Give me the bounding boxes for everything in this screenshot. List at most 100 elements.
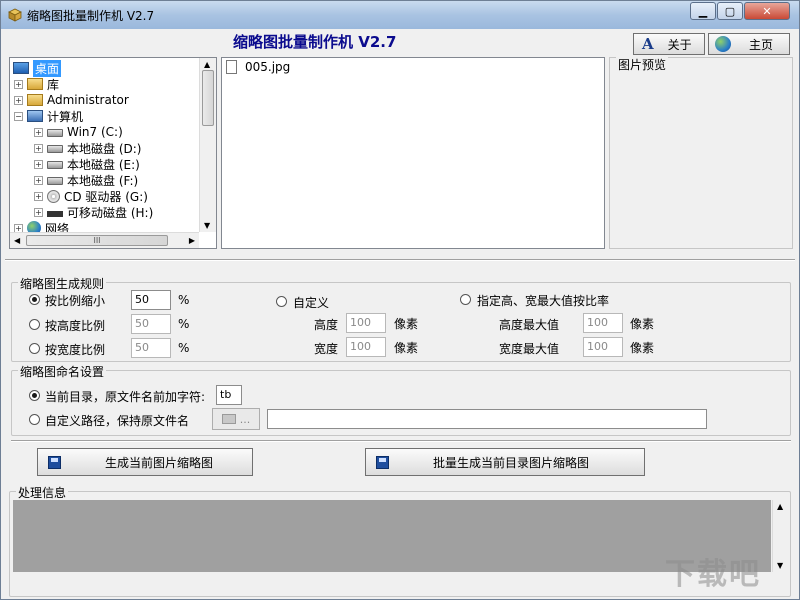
tree-item-drive-g[interactable]: + CD 驱动器 (G:) (34, 188, 148, 204)
width-ratio-radio[interactable] (29, 343, 40, 354)
app-header-title: 缩略图批量制作机 V2.7 (233, 33, 397, 51)
scroll-up-icon[interactable]: ▲ (204, 60, 210, 69)
tree-item-label: 本地磁盘 (E:) (67, 157, 140, 172)
generate-current-button[interactable]: 生成当前图片缩略图 (37, 448, 253, 476)
tree-item-drive-e[interactable]: + 本地磁盘 (E:) (34, 156, 140, 172)
tree-item-drive-d[interactable]: + 本地磁盘 (D:) (34, 140, 141, 156)
custom-path-radio[interactable] (29, 414, 40, 425)
maximize-button[interactable]: ▢ (717, 2, 743, 20)
scale-input[interactable]: 50 (131, 290, 171, 310)
tree-item-label: Win7 (C:) (67, 125, 123, 139)
scroll-thumb[interactable] (202, 70, 214, 126)
tree-item-drive-h[interactable]: + 可移动磁盘 (H:) (34, 204, 153, 220)
prefix-label: 当前目录，原文件名前加字符: (45, 390, 206, 404)
width-ratio-input[interactable]: 50 (131, 338, 171, 358)
height-input[interactable]: 100 (346, 313, 386, 333)
width-label: 宽度 (314, 342, 339, 356)
home-button[interactable]: 主页 (708, 33, 790, 55)
tree-item-label: 桌面 (33, 59, 62, 77)
scroll-down-icon[interactable]: ▼ (204, 221, 210, 230)
tree-item-desktop[interactable]: 桌面 (13, 59, 62, 77)
tree-item-library[interactable]: + 库 (14, 76, 59, 92)
save-icon (376, 455, 389, 469)
scroll-thumb[interactable]: III (26, 235, 168, 246)
tree-item-drive-f[interactable]: + 本地磁盘 (F:) (34, 172, 138, 188)
scroll-up-icon[interactable]: ▲ (777, 502, 783, 511)
expand-icon[interactable]: + (14, 95, 23, 105)
max-width-label: 宽度最大值 (499, 342, 560, 356)
about-button[interactable]: A 关于 (633, 33, 705, 55)
scroll-down-icon[interactable]: ▼ (777, 561, 783, 570)
naming-group-label: 缩略图命名设置 (18, 363, 107, 380)
collapse-icon[interactable]: − (14, 111, 23, 121)
save-icon (48, 455, 61, 469)
pixel-unit-label: 像素 (394, 317, 419, 331)
log-output[interactable] (13, 500, 771, 572)
window-title: 缩略图批量制作机 V2.7 (27, 9, 155, 23)
expand-icon[interactable]: + (34, 143, 43, 153)
scale-radio[interactable] (29, 294, 40, 305)
hard-drive-icon (47, 145, 63, 153)
height-label: 高度 (314, 318, 339, 332)
library-icon (27, 78, 43, 90)
height-ratio-radio[interactable] (29, 319, 40, 330)
max-width-input[interactable]: 100 (583, 337, 623, 357)
user-folder-icon (27, 94, 43, 106)
tree-item-drive-c[interactable]: + Win7 (C:) (34, 124, 123, 140)
desktop-icon (13, 62, 29, 74)
scroll-right-icon[interactable]: ▶ (189, 236, 195, 245)
list-item[interactable]: 005.jpg (226, 60, 290, 74)
tree-vertical-scrollbar[interactable]: ▲ ▼ (199, 58, 216, 232)
minimize-button[interactable]: ▁ (690, 2, 716, 20)
browse-button[interactable]: ... (212, 408, 260, 430)
browse-label: ... (239, 412, 251, 426)
file-list[interactable]: 005.jpg (221, 57, 605, 249)
expand-icon[interactable]: + (34, 207, 43, 217)
expand-icon[interactable]: + (34, 175, 43, 185)
tree-item-computer[interactable]: − 计算机 (14, 108, 83, 124)
preview-label: 图片预览 (616, 56, 669, 73)
tree-item-administrator[interactable]: + Administrator (14, 92, 129, 108)
folder-tree[interactable]: 桌面 + 库 + Administrator − 计算机 + Win7 (C:)… (9, 57, 217, 249)
file-icon (226, 60, 237, 74)
tree-item-label: CD 驱动器 (G:) (64, 189, 148, 204)
close-button[interactable]: ✕ (744, 2, 790, 20)
pixel-unit-label: 像素 (394, 341, 419, 355)
max-ratio-label: 指定高、宽最大值按比率 (477, 294, 610, 308)
expand-icon[interactable]: + (14, 79, 23, 89)
tree-horizontal-scrollbar[interactable]: ◀ III ▶ (10, 232, 199, 248)
expand-icon[interactable]: + (34, 191, 43, 201)
scale-label: 按比例缩小 (45, 294, 106, 308)
expand-icon[interactable]: + (34, 127, 43, 137)
prefix-input[interactable]: tb (216, 385, 242, 405)
tree-item-label: 可移动磁盘 (H:) (67, 205, 154, 220)
file-name: 005.jpg (245, 60, 291, 74)
tree-item-label: 本地磁盘 (D:) (67, 141, 142, 156)
height-ratio-input[interactable]: 50 (131, 314, 171, 334)
folder-browse-icon (221, 414, 236, 424)
batch-generate-button[interactable]: 批量生成当前目录图片缩略图 (365, 448, 645, 476)
scroll-grip: III (93, 236, 101, 245)
max-height-input[interactable]: 100 (583, 313, 623, 333)
percent-label: % (178, 341, 190, 355)
app-window: 缩略图批量制作机 V2.7 ▁ ▢ ✕ 缩略图批量制作机 V2.7 A 关于 主… (0, 0, 800, 600)
max-ratio-radio[interactable] (460, 294, 471, 305)
pixel-unit-label: 像素 (630, 317, 655, 331)
max-height-label: 高度最大值 (499, 318, 560, 332)
percent-label: % (178, 293, 190, 307)
prefix-radio[interactable] (29, 390, 40, 401)
globe-icon (715, 36, 731, 52)
custom-size-radio[interactable] (276, 296, 287, 307)
custom-size-label: 自定义 (293, 296, 330, 310)
custom-path-input[interactable] (267, 409, 707, 429)
custom-path-label: 自定义路径，保持原文件名 (45, 414, 190, 428)
percent-label: % (178, 317, 190, 331)
width-input[interactable]: 100 (346, 337, 386, 357)
title-bar[interactable]: 缩略图批量制作机 V2.7 ▁ ▢ ✕ (1, 1, 799, 29)
expand-icon[interactable]: + (34, 159, 43, 169)
preview-panel: 图片预览 (609, 56, 793, 249)
home-label: 主页 (749, 37, 774, 52)
close-icon: ✕ (762, 4, 772, 18)
scroll-left-icon[interactable]: ◀ (14, 236, 20, 245)
log-vertical-scrollbar[interactable]: ▲ ▼ (772, 500, 788, 572)
